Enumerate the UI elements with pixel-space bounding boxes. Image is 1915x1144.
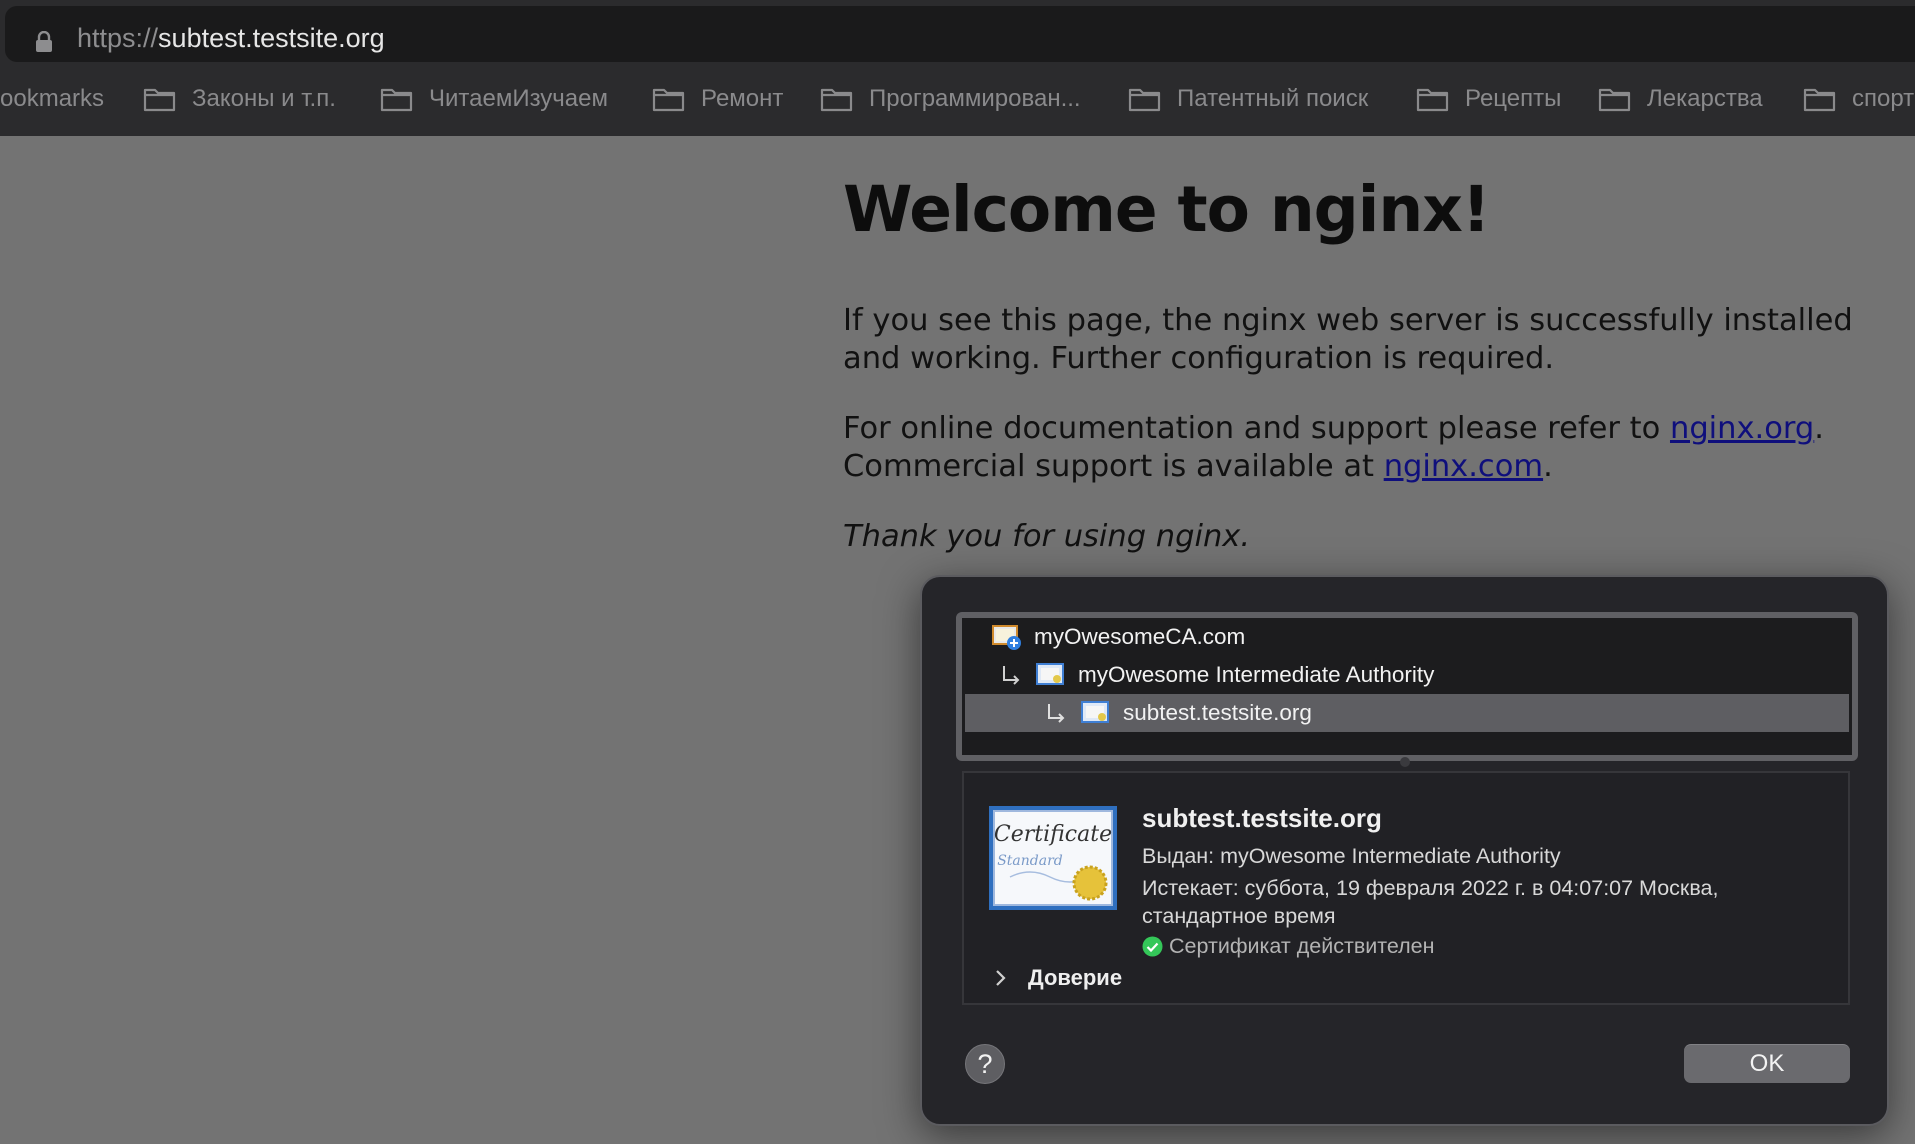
bookmark-folder-medicine[interactable]: Лекарства	[1598, 80, 1763, 118]
bookmark-label: ЧитаемИзучаем	[429, 85, 609, 112]
chain-label: myOwesome Intermediate Authority	[1078, 662, 1435, 687]
bookmark-folder-reading[interactable]: ЧитаемИзучаем	[380, 80, 608, 118]
bookmark-label: Законы и т.п.	[192, 85, 336, 112]
trust-label: Доверие	[1028, 965, 1123, 990]
help-button[interactable]: ?	[965, 1044, 1005, 1084]
url-host: subtest.testsite.org	[158, 23, 385, 53]
validity-text: Сертификат действителен	[1169, 934, 1435, 958]
thanks-paragraph: Thank you for using nginx.	[843, 519, 1251, 554]
nginx-org-link[interactable]: nginx.org	[1670, 411, 1814, 446]
certificate-name: subtest.testsite.org	[1142, 803, 1382, 833]
issued-by: Выдан: myOwesome Intermediate Authority	[1142, 844, 1561, 868]
bookmark-folder-programming[interactable]: Программирован...	[820, 80, 1081, 118]
folder-icon	[380, 88, 413, 112]
expiration-date: Истекает: суббота, 19 февраля 2022 г. в …	[1142, 876, 1719, 928]
certificate-details: Certificate Standard subtest.testsite.or…	[962, 771, 1850, 1005]
bookmark-folder-patents[interactable]: Патентный поиск	[1128, 80, 1368, 118]
certificate-chain-tree: myOwesomeCA.com myOwesome Intermediate A…	[956, 612, 1858, 761]
url-scheme: https://	[77, 23, 159, 53]
chain-row-intermediate[interactable]: myOwesome Intermediate Authority	[962, 656, 1852, 694]
bookmark-folder-recipes[interactable]: Рецепты	[1416, 80, 1561, 118]
folder-icon	[1803, 88, 1836, 112]
bookmark-label: ookmarks	[0, 85, 105, 112]
cert-image-title: Certificate	[994, 822, 1112, 847]
chain-label: myOwesomeCA.com	[1034, 624, 1246, 649]
chain-row-root[interactable]: myOwesomeCA.com	[962, 618, 1852, 656]
nginx-welcome-page: Welcome to nginx! If you see this page, …	[843, 172, 1903, 554]
lock-icon	[36, 31, 52, 52]
folder-icon	[652, 88, 685, 112]
tree-branch-icon	[1003, 666, 1020, 685]
chain-row-leaf[interactable]: subtest.testsite.org	[965, 694, 1849, 732]
docs-text: For online documentation and support ple…	[843, 411, 1670, 446]
certificate-image-icon: Certificate Standard	[989, 806, 1117, 910]
bookmark-folder-laws[interactable]: Законы и т.п.	[143, 80, 336, 118]
bookmark-label: Рецепты	[1465, 85, 1562, 112]
intro-paragraph: If you see this page, the nginx web serv…	[843, 303, 1853, 376]
folder-icon	[1416, 88, 1449, 112]
bookmark-folder-repair[interactable]: Ремонт	[652, 80, 783, 118]
cert-image-subtitle: Standard	[997, 853, 1063, 869]
chevron-right-icon	[996, 970, 1006, 986]
address-bar[interactable]: https://subtest.testsite.org	[5, 6, 1915, 62]
ok-button[interactable]: OK	[1684, 1044, 1850, 1083]
docs-period: .	[1814, 411, 1824, 446]
bookmark-label: Патентный поиск	[1177, 85, 1369, 112]
valid-check-icon	[1142, 936, 1163, 956]
nginx-com-link[interactable]: nginx.com	[1384, 449, 1543, 484]
folder-icon	[1598, 88, 1631, 112]
bookmark-item[interactable]: ookmarks	[0, 80, 104, 118]
certificate-dialog: myOwesomeCA.com myOwesome Intermediate A…	[920, 575, 1889, 1126]
bookmark-label: Программирован...	[869, 85, 1081, 112]
bookmark-folder-sport[interactable]: спорт	[1803, 80, 1914, 118]
split-handle[interactable]	[1400, 757, 1410, 767]
root-certificate-icon	[992, 625, 1021, 650]
certificate-icon	[1036, 663, 1064, 685]
docs-paragraph: For online documentation and support ple…	[843, 410, 1903, 486]
trust-disclosure[interactable]: Доверие	[994, 965, 1122, 991]
folder-icon	[820, 88, 853, 112]
bookmark-label: Ремонт	[701, 85, 784, 112]
bookmark-label: спорт	[1852, 85, 1915, 112]
browser-toolbar: https://subtest.testsite.org ookmarks За…	[0, 0, 1915, 136]
commercial-text: Commercial support is available at	[843, 449, 1384, 484]
page-title: Welcome to nginx!	[843, 173, 1491, 246]
folder-icon	[143, 88, 176, 112]
chain-label: subtest.testsite.org	[1123, 700, 1312, 725]
bookmark-label: Лекарства	[1647, 85, 1763, 112]
bookmarks-bar: ookmarks Законы и т.п. ЧитаемИзучаем Рем…	[0, 80, 1915, 118]
validity-status: Сертификат действителен	[1142, 932, 1434, 960]
commercial-period: .	[1543, 449, 1553, 484]
url-text[interactable]: https://subtest.testsite.org	[77, 23, 385, 54]
folder-icon	[1128, 88, 1161, 112]
certificate-icon	[1081, 701, 1109, 723]
tree-branch-icon	[1048, 704, 1065, 723]
